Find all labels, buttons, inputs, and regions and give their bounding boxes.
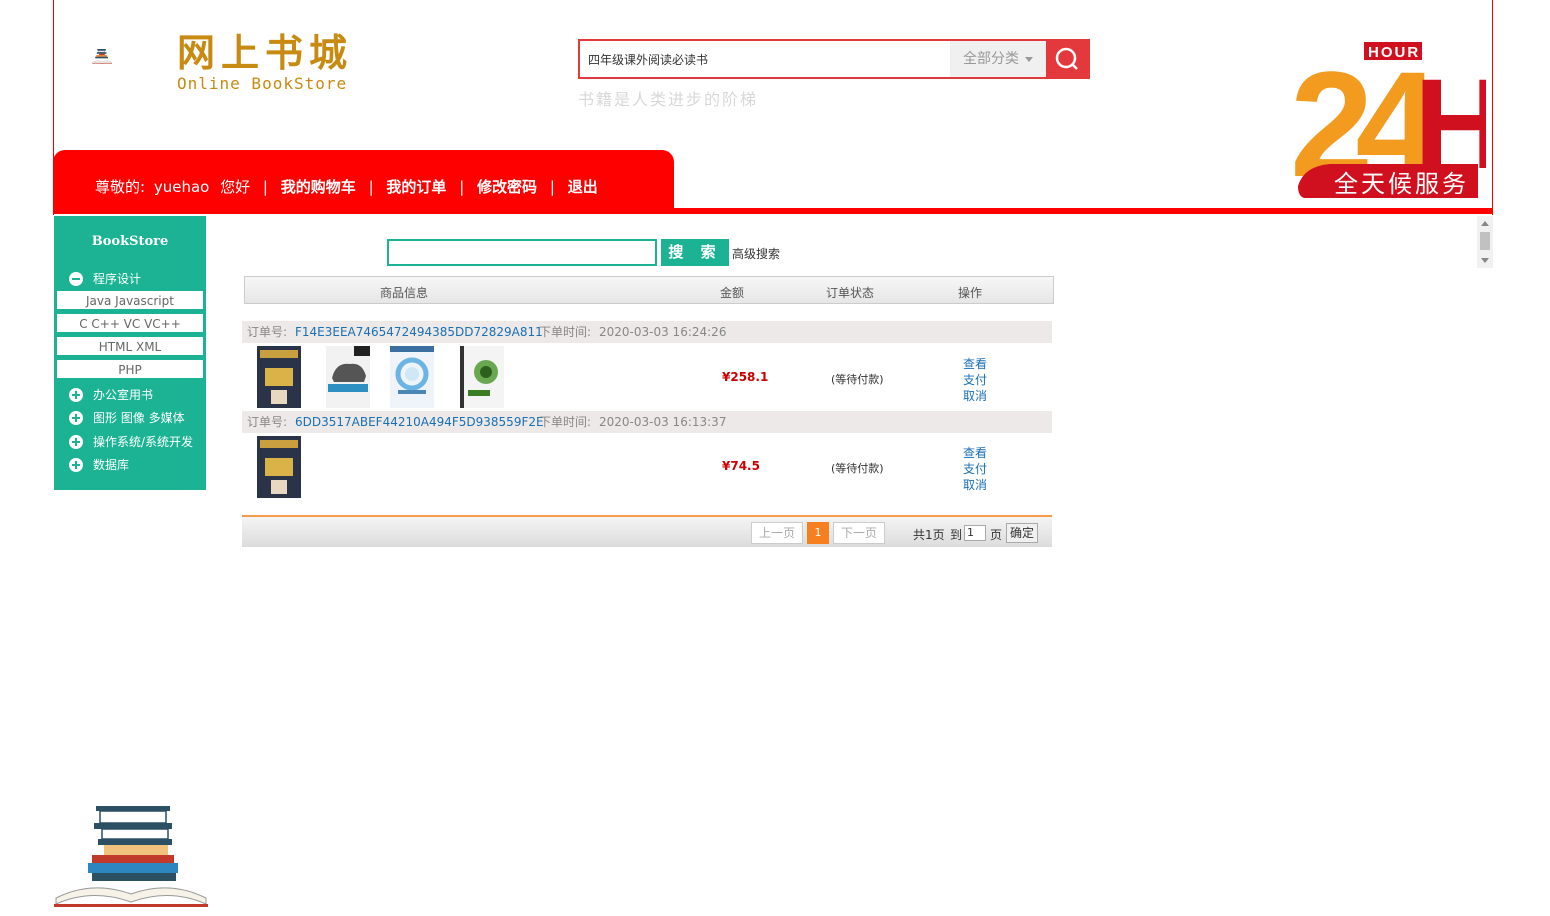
my-orders-link[interactable]: 我的订单 (386, 178, 446, 196)
order-header: 订单号: F14E3EEA7465472494385DD72829A811 下单… (242, 321, 1052, 343)
view-order-link[interactable]: 查看 (963, 355, 987, 372)
cart-link[interactable]: 我的购物车 (281, 178, 356, 196)
minus-circle-icon (69, 272, 83, 286)
order-id[interactable]: F14E3EEA7465472494385DD72829A811 (295, 321, 543, 343)
scroll-down-arrow-icon[interactable] (1481, 258, 1489, 263)
bookstore-logo-icon[interactable] (92, 22, 172, 92)
nav-separator: | (459, 178, 465, 196)
sidebar-category-label: 图形 图像 多媒体 (93, 411, 185, 425)
order-id-label: 订单号: (247, 415, 288, 429)
top-search-input[interactable] (580, 41, 966, 77)
sidebar-category-programming[interactable]: 程序设计 (54, 268, 206, 290)
sidebar-subcategory[interactable]: HTML XML (56, 336, 204, 356)
order-id[interactable]: 6DD3517ABEF44210A494F5D938559F2E (295, 411, 544, 433)
book-cover-nodejs[interactable] (460, 346, 504, 408)
orders-table-header: 商品信息 金额 订单状态 操作 (244, 276, 1054, 304)
user-nav: 尊敬的: yuehao 您好 | 我的购物车 | 我的订单 | 修改密码 | 退… (95, 176, 598, 197)
plus-circle-icon (69, 388, 83, 402)
order-time-label: 下单时间: (539, 415, 592, 429)
book-cover-java[interactable] (257, 346, 301, 408)
current-page[interactable]: 1 (807, 522, 829, 544)
goto-label: 到 (950, 528, 963, 542)
column-header: 商品信息 (380, 286, 429, 300)
order-id-label: 订单号: (247, 325, 288, 339)
book-cover-jquery[interactable] (390, 346, 434, 408)
sidebar-category-label: 程序设计 (93, 272, 142, 286)
sidebar-subcategory[interactable]: C C++ VC VC++ (56, 313, 204, 333)
sidebar-title: BookStore (91, 234, 169, 249)
category-sidebar: BookStore 程序设计 Java Javascript C C++ VC … (54, 216, 206, 490)
pagination: 上一页 1 下一页 共1页 到 1 页 确定 (242, 515, 1052, 547)
top-search-button[interactable] (1046, 41, 1088, 77)
nav-separator: | (262, 178, 268, 196)
sidebar-category-graphics[interactable]: 图形 图像 多媒体 (54, 407, 206, 429)
book-stack-decoration (54, 806, 208, 907)
main-search-button[interactable]: 搜 索 (661, 239, 729, 266)
order-status: (等待付款) (831, 373, 884, 386)
cancel-order-link[interactable]: 取消 (963, 387, 987, 404)
header-red-line (53, 208, 1493, 214)
sidebar-category-label: 操作系统/系统开发 (93, 435, 194, 449)
order-status: (等待付款) (831, 462, 884, 475)
sidebar-category-office[interactable]: 办公室用书 (54, 384, 206, 406)
scroll-thumb[interactable] (1480, 232, 1490, 250)
sidebar-category-os[interactable]: 操作系统/系统开发 (54, 431, 206, 453)
page-number-input[interactable]: 1 (964, 525, 986, 541)
sidebar-category-database[interactable]: 数据库 (54, 454, 206, 476)
order-amount: ¥258.1 (722, 370, 769, 384)
top-search-bar: 全部分类 (578, 39, 1090, 79)
greeting-suffix: 您好 (220, 178, 251, 196)
order-header: 订单号: 6DD3517ABEF44210A494F5D938559F2E 下单… (242, 411, 1052, 433)
username: yuehao (153, 178, 210, 196)
badge-caption: 全天候服务 (1334, 170, 1469, 198)
plus-circle-icon (69, 435, 83, 449)
sidebar-category-label: 数据库 (93, 458, 130, 472)
chevron-down-icon (1025, 56, 1033, 62)
sidebar-category-label: 办公室用书 (93, 388, 154, 402)
logo-subtitle: Online BookStore (177, 74, 348, 93)
badge-hour: HOUR (1368, 44, 1420, 61)
plus-circle-icon (69, 458, 83, 472)
change-password-link[interactable]: 修改密码 (477, 178, 537, 196)
slogan: 书籍是人类进步的阶梯 (578, 90, 759, 109)
pay-order-link[interactable]: 支付 (963, 460, 987, 477)
cancel-order-link[interactable]: 取消 (963, 476, 987, 493)
frame-scrollbar[interactable] (1477, 216, 1493, 268)
sidebar-subcategory[interactable]: Java Javascript (56, 290, 204, 310)
plus-circle-icon (69, 411, 83, 425)
scroll-up-arrow-icon[interactable] (1481, 221, 1489, 226)
page-unit-label: 页 (990, 528, 1003, 542)
prev-page-button[interactable]: 上一页 (751, 522, 803, 544)
total-pages: 共1页 (913, 528, 945, 542)
category-select-label: 全部分类 (963, 51, 1019, 67)
logout-link[interactable]: 退出 (568, 178, 598, 196)
greeting-prefix: 尊敬的: (95, 178, 146, 196)
next-page-button[interactable]: 下一页 (833, 522, 885, 544)
order-time: 2020-03-03 16:24:26 (599, 325, 727, 339)
column-header: 操作 (958, 286, 983, 300)
main-search-input[interactable] (387, 239, 657, 266)
book-cover-java[interactable] (257, 436, 301, 498)
24h-service-badge: 24 H HOUR 全天候服务 (1290, 40, 1486, 206)
logo-title: 网上书城 (177, 30, 354, 75)
header-frame-right (1492, 0, 1493, 215)
column-header: 金额 (720, 286, 745, 300)
category-select[interactable]: 全部分类 (950, 41, 1046, 77)
order-time-label: 下单时间: (539, 325, 592, 339)
page-confirm-button[interactable]: 确定 (1006, 523, 1038, 543)
nav-separator: | (549, 178, 555, 196)
sidebar-subcategory[interactable]: PHP (56, 359, 204, 379)
nav-separator: | (368, 178, 374, 196)
search-icon (1055, 47, 1078, 70)
order-time: 2020-03-03 16:13:37 (599, 415, 727, 429)
column-header: 订单状态 (826, 286, 875, 300)
book-cover-javascript[interactable] (326, 346, 370, 408)
order-amount: ¥74.5 (722, 459, 760, 473)
view-order-link[interactable]: 查看 (963, 444, 987, 461)
pay-order-link[interactable]: 支付 (963, 371, 987, 388)
advanced-search-link[interactable]: 高级搜索 (732, 245, 780, 262)
